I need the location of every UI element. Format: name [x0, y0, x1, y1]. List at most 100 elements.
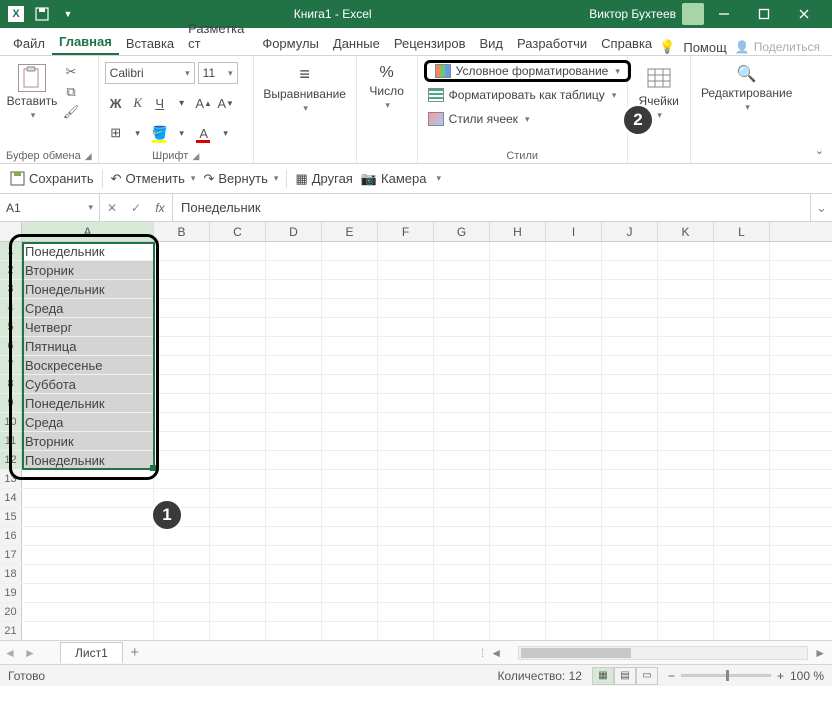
cell[interactable] [490, 565, 546, 583]
cell[interactable] [210, 451, 266, 469]
tab-developer[interactable]: Разработчи [510, 32, 594, 55]
save-icon[interactable] [34, 6, 50, 22]
cell[interactable] [658, 584, 714, 602]
cell[interactable] [322, 603, 378, 621]
view-normal-button[interactable]: ▦ [592, 667, 614, 685]
row-header[interactable]: 14 [0, 489, 22, 507]
font-name-select[interactable]: Calibri▾ [105, 62, 195, 84]
cell[interactable] [434, 337, 490, 355]
cell[interactable] [546, 356, 602, 374]
row-header[interactable]: 6 [0, 337, 22, 355]
cell[interactable] [322, 451, 378, 469]
cell[interactable] [22, 508, 154, 526]
cell[interactable]: Пятница [22, 337, 154, 355]
cell[interactable] [322, 318, 378, 336]
cell[interactable] [434, 470, 490, 488]
cell[interactable] [546, 489, 602, 507]
add-sheet-button[interactable]: + [123, 644, 147, 661]
cell[interactable] [658, 546, 714, 564]
cell[interactable] [434, 242, 490, 260]
decrease-font-button[interactable]: A▼ [215, 92, 237, 114]
cell[interactable] [546, 394, 602, 412]
cell[interactable] [154, 299, 210, 317]
cell[interactable] [434, 299, 490, 317]
user-account[interactable]: Виктор Бухтеев [589, 3, 704, 25]
cell[interactable] [602, 489, 658, 507]
row-header[interactable]: 8 [0, 375, 22, 393]
cell[interactable] [546, 413, 602, 431]
cell[interactable] [714, 280, 770, 298]
cell[interactable] [322, 470, 378, 488]
cell[interactable]: Вторник [22, 432, 154, 450]
border-menu[interactable]: ▾ [171, 92, 193, 114]
cell[interactable]: Суббота [22, 375, 154, 393]
cell[interactable] [322, 565, 378, 583]
cell[interactable] [266, 280, 322, 298]
cell[interactable] [434, 432, 490, 450]
column-header[interactable]: I [546, 222, 602, 241]
cell[interactable] [322, 375, 378, 393]
column-header[interactable]: B [154, 222, 210, 241]
cell[interactable] [658, 470, 714, 488]
cell[interactable] [546, 603, 602, 621]
cell[interactable] [322, 356, 378, 374]
column-header[interactable]: K [658, 222, 714, 241]
borders-button[interactable]: ⊞ [105, 122, 127, 144]
cell[interactable] [714, 489, 770, 507]
cell[interactable] [714, 261, 770, 279]
cell[interactable] [210, 337, 266, 355]
cell[interactable] [266, 451, 322, 469]
cell[interactable] [602, 584, 658, 602]
cell[interactable] [546, 337, 602, 355]
cell[interactable] [546, 565, 602, 583]
zoom-level[interactable]: 100 % [790, 669, 824, 683]
cell[interactable] [434, 318, 490, 336]
cell[interactable] [434, 546, 490, 564]
cell[interactable] [602, 527, 658, 545]
cell[interactable] [490, 299, 546, 317]
cell[interactable] [210, 318, 266, 336]
cell[interactable] [658, 432, 714, 450]
cell[interactable] [434, 356, 490, 374]
qat-customize-dropdown[interactable]: ▾ [436, 173, 441, 184]
tab-insert[interactable]: Вставка [119, 32, 181, 55]
cell[interactable] [154, 470, 210, 488]
cell[interactable] [658, 489, 714, 507]
cell[interactable] [658, 299, 714, 317]
cell[interactable] [378, 565, 434, 583]
cell[interactable]: Четверг [22, 318, 154, 336]
tellme-icon[interactable]: 💡 [659, 39, 675, 55]
sheet-nav-prev[interactable]: ◄ [0, 646, 20, 660]
cell[interactable] [490, 242, 546, 260]
cell[interactable] [434, 565, 490, 583]
cell[interactable] [490, 413, 546, 431]
cell[interactable] [378, 280, 434, 298]
cell[interactable] [658, 337, 714, 355]
cell[interactable] [266, 603, 322, 621]
cell[interactable] [714, 413, 770, 431]
cell[interactable] [546, 622, 602, 640]
row-header[interactable]: 16 [0, 527, 22, 545]
cell[interactable] [22, 565, 154, 583]
zoom-slider[interactable] [681, 674, 771, 677]
cell[interactable] [266, 470, 322, 488]
cell[interactable]: Понедельник [22, 394, 154, 412]
cell[interactable] [154, 432, 210, 450]
cell[interactable] [266, 413, 322, 431]
cell[interactable] [658, 451, 714, 469]
cell[interactable] [546, 451, 602, 469]
cell[interactable]: Воскресенье [22, 356, 154, 374]
cell[interactable] [154, 527, 210, 545]
cell[interactable] [378, 394, 434, 412]
row-header[interactable]: 21 [0, 622, 22, 640]
cell[interactable] [490, 584, 546, 602]
cell[interactable] [210, 622, 266, 640]
cell[interactable] [154, 603, 210, 621]
cell[interactable] [210, 508, 266, 526]
cell[interactable] [490, 337, 546, 355]
row-header[interactable]: 19 [0, 584, 22, 602]
increase-font-button[interactable]: A▲ [193, 92, 215, 114]
cell[interactable] [658, 375, 714, 393]
cell[interactable] [322, 527, 378, 545]
cell[interactable] [434, 622, 490, 640]
